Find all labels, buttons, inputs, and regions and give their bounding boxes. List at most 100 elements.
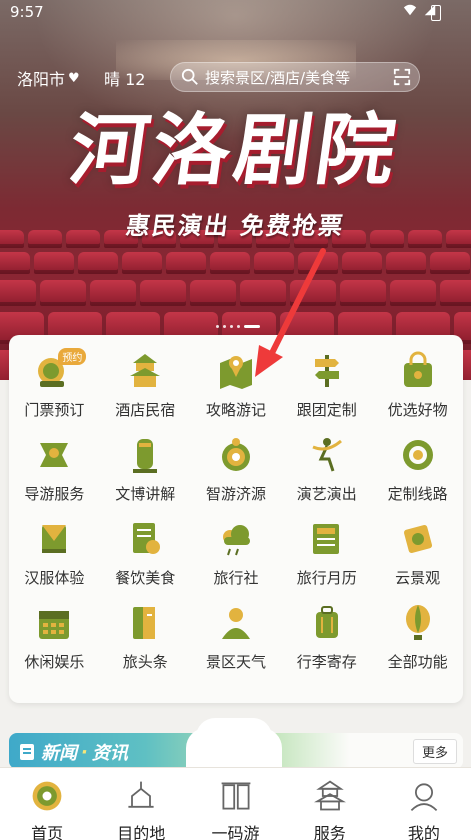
- book-icon: [125, 603, 165, 643]
- seat: [390, 280, 436, 306]
- destination-icon: [123, 778, 159, 814]
- wifi-icon: [403, 4, 417, 16]
- function-label: 文博讲解: [115, 485, 176, 503]
- status-time: 9:57: [10, 3, 44, 21]
- seat-row: [0, 252, 471, 274]
- seat: [342, 252, 382, 274]
- bottom-nav: 首页 目的地 一码游 服务 我的: [0, 767, 471, 840]
- guide-flag-icon: [34, 435, 74, 475]
- function-label: 攻略游记: [205, 401, 266, 419]
- cloud-icon: [216, 519, 256, 559]
- carousel-dot: [223, 325, 226, 328]
- news-icon: [307, 519, 347, 559]
- city-selector[interactable]: 洛阳市 ♥: [17, 66, 80, 90]
- function-item[interactable]: 云景观: [372, 519, 463, 589]
- function-label: 旅头条: [122, 653, 168, 671]
- luggage-icon: [307, 603, 347, 643]
- dancer-icon: [307, 435, 347, 475]
- function-item[interactable]: 预约门票预订: [9, 348, 100, 421]
- function-item[interactable]: 文博讲解: [100, 435, 191, 505]
- nav-label: 首页: [31, 824, 64, 840]
- function-label: 旅行月历: [296, 569, 357, 587]
- function-grid: 预约 门票预订 酒店民宿 攻略游记 跟团定制 优选好物 导游服务 文博讲解 智游济源 演艺演出 定制…: [9, 348, 463, 673]
- function-grid-card: 预约 门票预订 酒店民宿 攻略游记 跟团定制 优选好物 导游服务 文博讲解 智游济源 演艺演出 定制…: [9, 335, 463, 703]
- menu-icon: [125, 519, 165, 559]
- status-bar: 9:57: [0, 0, 471, 26]
- nav-item[interactable]: 我的: [377, 768, 471, 840]
- carousel-dot: [230, 325, 233, 328]
- nav-item[interactable]: 目的地: [94, 768, 188, 840]
- function-label: 休闲娱乐: [24, 653, 85, 671]
- function-item[interactable]: 行李寄存: [281, 603, 372, 673]
- seat: [210, 252, 250, 274]
- nav-item[interactable]: 服务: [283, 768, 377, 840]
- function-label: 全部功能: [387, 653, 448, 671]
- person-icon: [216, 603, 256, 643]
- function-label: 行李寄存: [296, 653, 357, 671]
- weather-label: 晴 12: [104, 70, 146, 89]
- function-label: 演艺演出: [296, 485, 357, 503]
- seat: [90, 280, 136, 306]
- function-label: 汉服体验: [24, 569, 85, 587]
- function-label: 景区天气: [205, 653, 266, 671]
- news-title-b: 资讯: [91, 743, 128, 764]
- function-item[interactable]: 旅行月历: [281, 519, 372, 589]
- shopping-bag-icon: [398, 351, 438, 391]
- search-icon: [181, 68, 198, 85]
- seat: [0, 252, 30, 274]
- function-item[interactable]: 休闲娱乐: [9, 603, 100, 673]
- calendar-icon: [34, 603, 74, 643]
- function-label: 定制线路: [387, 485, 448, 503]
- function-item[interactable]: 导游服务: [9, 435, 100, 505]
- scroll-icon: [398, 519, 438, 559]
- seat: [0, 280, 36, 306]
- scan-icon[interactable]: [393, 68, 411, 86]
- function-item[interactable]: 景区天气: [191, 603, 282, 673]
- function-item[interactable]: 酒店民宿: [100, 351, 191, 421]
- function-label: 优选好物: [387, 401, 448, 419]
- seat: [122, 252, 162, 274]
- seat: [440, 280, 471, 306]
- function-label: 云景观: [395, 569, 441, 587]
- seat: [340, 280, 386, 306]
- function-item[interactable]: 优选好物: [372, 351, 463, 421]
- banner-title: 河洛剧院: [64, 106, 405, 196]
- carousel-dot: [216, 325, 219, 328]
- home-peony-icon: [29, 778, 65, 814]
- peony-icon: [216, 435, 256, 475]
- function-item[interactable]: 智游济源: [191, 435, 282, 505]
- function-item[interactable]: 餐饮美食: [100, 519, 191, 589]
- hero-banner[interactable]: 9:57 洛阳市 ♥ 晴 12 搜索景区/酒店/美食等 河洛剧院 惠民演出 免费…: [0, 0, 471, 380]
- function-label: 旅行社: [213, 569, 259, 587]
- seat: [190, 280, 236, 306]
- nav-label: 一码游: [211, 824, 260, 840]
- function-label: 餐饮美食: [115, 569, 176, 587]
- balloon-icon: [398, 603, 438, 643]
- seat: [386, 252, 426, 274]
- nav-item[interactable]: 一码游: [188, 768, 282, 840]
- profile-icon: [406, 778, 442, 814]
- seat-row: [0, 280, 471, 306]
- function-item[interactable]: 旅行社: [191, 519, 282, 589]
- nav-label: 目的地: [117, 824, 166, 840]
- pagoda-icon: [125, 351, 165, 391]
- qr-gate-icon: [218, 778, 254, 814]
- annotation-arrow: [255, 248, 326, 377]
- news-title-a: 新闻: [41, 743, 77, 764]
- seat: [40, 280, 86, 306]
- seat: [78, 252, 118, 274]
- function-item[interactable]: 全部功能: [372, 603, 463, 673]
- function-item[interactable]: 演艺演出: [281, 435, 372, 505]
- more-button[interactable]: 更多: [412, 739, 457, 764]
- function-label: 酒店民宿: [115, 401, 176, 419]
- function-label: 门票预订: [24, 401, 85, 419]
- function-item[interactable]: 汉服体验: [9, 519, 100, 589]
- nav-item[interactable]: 首页: [0, 768, 94, 840]
- function-item[interactable]: 定制线路: [372, 435, 463, 505]
- function-item[interactable]: 旅头条: [100, 603, 191, 673]
- hanfu-icon: [34, 519, 74, 559]
- seat: [430, 252, 470, 274]
- news-title: 新闻 · 资讯: [17, 739, 128, 765]
- function-label: 智游济源: [205, 485, 266, 503]
- lion-icon: 预约: [34, 348, 87, 391]
